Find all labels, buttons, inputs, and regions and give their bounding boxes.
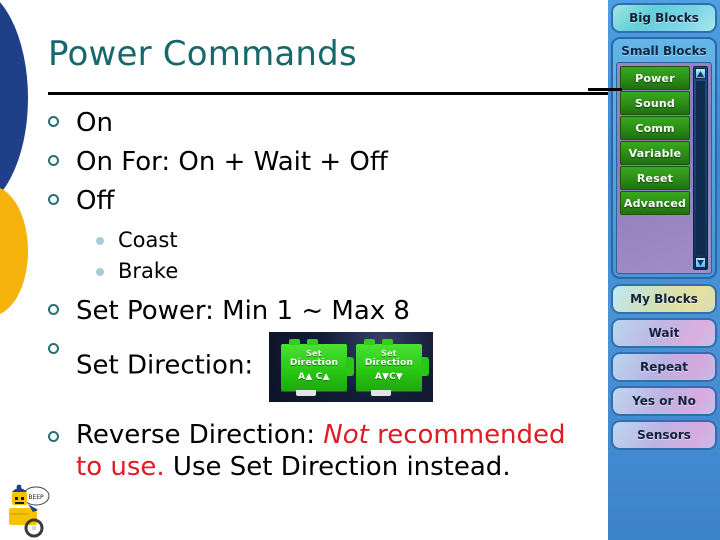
sub-list: Coast Brake [48, 224, 604, 288]
bullet-circle-icon [48, 431, 59, 442]
palette-category-panel: Power Sound Comm Variable Reset Advanced [616, 62, 712, 274]
block-label-line3: A▼C▼ [374, 371, 404, 382]
palette-button-my-blocks[interactable]: My Blocks [611, 284, 717, 314]
bullet-list: On On For: On + Wait + Off Off Coast Bra… [48, 104, 604, 484]
title-divider [48, 92, 610, 95]
palette-category-comm[interactable]: Comm [620, 116, 690, 140]
palette-scrollbar[interactable] [693, 66, 708, 270]
callout-line [588, 88, 622, 91]
page-title: Power Commands [48, 34, 357, 74]
palette-group-title: Small Blocks [621, 44, 707, 58]
block-label-line2: Direction [289, 357, 339, 368]
list-item: Set Direction: Set Direction A▲ C▲ Set D… [48, 331, 604, 402]
block-tab-icon [370, 389, 391, 396]
palette-category-reset[interactable]: Reset [620, 166, 690, 190]
bullet-circle-icon [48, 116, 59, 127]
palette-button-big-blocks[interactable]: Big Blocks [611, 3, 717, 33]
block-label-line1: Set [306, 348, 322, 358]
sub-list-item: Brake [96, 255, 604, 288]
set-direction-blocks-image: Set Direction A▲ C▲ Set Direction A▼C▼ [269, 332, 434, 402]
crescent-gold-arc [0, 186, 28, 316]
decorative-crescent [0, 0, 44, 316]
scrollbar-track[interactable] [696, 81, 705, 255]
scroll-down-arrow-icon[interactable] [695, 257, 706, 268]
robot-mascot-icon: BEEP [6, 468, 58, 538]
list-item: Off [48, 182, 604, 220]
block-connector-icon [420, 356, 429, 376]
list-item-label: Set Power: Min 1 ~ Max 8 [76, 296, 410, 326]
list-item-label: Reverse Direction: Not recommended to us… [76, 419, 576, 483]
palette-category-list: Power Sound Comm Variable Reset Advanced [620, 66, 693, 270]
bullet-circle-icon [48, 343, 59, 354]
list-item-label: On [76, 108, 113, 138]
palette-button-sensors[interactable]: Sensors [611, 420, 717, 450]
list-item: Reverse Direction: Not recommended to us… [48, 419, 604, 483]
list-item-label: Set Direction: Set Direction A▲ C▲ Set D… [76, 331, 434, 402]
bullet-circle-icon [48, 194, 59, 205]
block-knob-icon [381, 338, 393, 345]
sub-list-item-label: Coast [118, 228, 178, 252]
block-label-line1: Set [381, 348, 397, 358]
palette-category-variable[interactable]: Variable [620, 141, 690, 165]
reverse-emphasis-italic: Not [323, 420, 369, 450]
block-label-line2: Direction [364, 357, 414, 368]
bullet-dot-icon [96, 237, 104, 245]
bullet-dot-icon [96, 268, 104, 276]
block-knob-icon [288, 338, 300, 345]
sub-list-item: Coast [96, 224, 604, 257]
block-palette-sidebar: Big Blocks Small Blocks Power Sound Comm… [608, 0, 720, 540]
palette-category-power[interactable]: Power [620, 66, 690, 90]
reverse-tail-text: Use Set Direction instead. [164, 452, 511, 482]
list-item: On For: On + Wait + Off [48, 143, 604, 181]
nxt-block-set-direction-up: Set Direction A▲ C▲ [280, 338, 354, 396]
bullet-circle-icon [48, 304, 59, 315]
palette-button-repeat[interactable]: Repeat [611, 352, 717, 382]
palette-category-sound[interactable]: Sound [620, 91, 690, 115]
svg-text:BEEP: BEEP [28, 494, 44, 501]
slide-canvas: Power Commands On On For: On + Wait + Of… [0, 0, 720, 540]
list-item-label: Off [76, 186, 115, 216]
list-item: On [48, 104, 604, 142]
set-direction-text: Set Direction: [76, 350, 254, 381]
nxt-blocks-photo: Set Direction A▲ C▲ Set Direction A▼C▼ [269, 332, 434, 402]
scroll-up-arrow-icon[interactable] [695, 68, 706, 79]
list-item: Set Power: Min 1 ~ Max 8 [48, 292, 604, 330]
block-tab-icon [295, 389, 316, 396]
palette-button-wait[interactable]: Wait [611, 318, 717, 348]
list-item-label: On For: On + Wait + Off [76, 147, 388, 177]
block-knob-icon [363, 338, 375, 345]
block-connector-icon [345, 356, 354, 376]
block-knob-icon [306, 338, 318, 345]
sub-list-item-label: Brake [118, 259, 179, 283]
palette-lower-buttons: My Blocks Wait Repeat Yes or No Sensors [611, 284, 717, 450]
palette-group-small-blocks: Small Blocks Power Sound Comm Variable R… [611, 37, 717, 279]
reverse-lead-text: Reverse Direction: [76, 420, 324, 450]
nxt-block-set-direction-down: Set Direction A▼C▼ [355, 338, 429, 396]
bullet-circle-icon [48, 155, 59, 166]
palette-button-yes-or-no[interactable]: Yes or No [611, 386, 717, 416]
crescent-blue-arc [0, 0, 28, 210]
palette-category-advanced[interactable]: Advanced [620, 191, 690, 215]
block-label-line3: A▲ C▲ [298, 371, 330, 382]
